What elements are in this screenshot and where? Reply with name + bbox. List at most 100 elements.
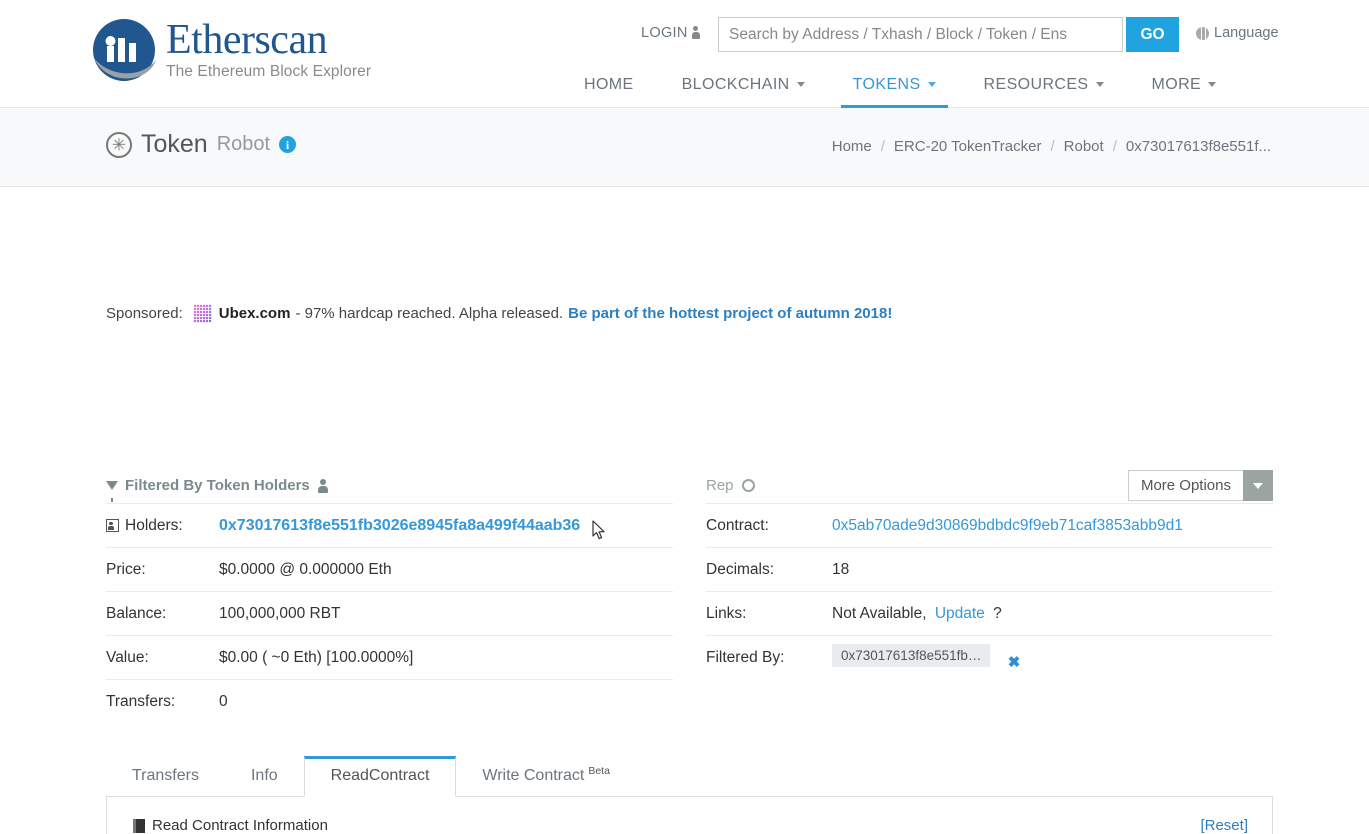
ubex-grid-logo-icon [193,304,212,323]
reset-link[interactable]: [Reset] [1200,817,1248,834]
breadcrumb-separator: / [1113,138,1117,155]
row-links: Links: Not Available, Update ? [706,591,1273,635]
nav-item-tokens[interactable]: TOKENS [829,76,960,107]
more-options-dropdown[interactable]: More Options [1128,470,1273,501]
left-panel-heading: Filtered By Token Holders [106,467,673,503]
info-icon[interactable]: i [279,136,296,153]
row-value: Value: $0.00 ( ~0 Eth) [100.0000%] [106,635,673,679]
tab-label-transfers: Transfers [132,767,199,784]
page-title-group: Token Robot i [106,130,296,159]
person-icon [692,26,700,39]
search-go-button[interactable]: GO [1126,17,1179,52]
left-panel-heading-label: Filtered By Token Holders [125,477,310,494]
links-help-marker[interactable]: ? [993,605,1002,622]
id-card-icon [106,519,119,532]
row-label-holders: Holders: [106,517,219,535]
right-panel-heading: Rep More Options [706,467,1273,503]
breadcrumb-separator: / [1050,138,1054,155]
chevron-down-icon [797,82,805,87]
row-price: Price: $0.0000 @ 0.000000 Eth [106,547,673,591]
row-filtered-by: Filtered By: 0x73017613f8e551fb… ✖ [706,635,1273,679]
row-value-holders: 0x73017613f8e551fb3026e8945fa8a499f44aab… [219,517,580,535]
row-value-contract: 0x5ab70ade9d30869bdbdc9f9eb71caf3853abb9… [832,517,1183,535]
read-contract-panel: Read Contract Information [Reset] 1. nam… [106,797,1273,834]
tab-writecontract[interactable]: Write Contract Beta [456,765,636,796]
chevron-down-icon [1208,82,1216,87]
row-label-contract: Contract: [706,517,832,535]
row-label-price: Price: [106,561,219,579]
funnel-icon [106,481,118,490]
nav-item-home[interactable]: HOME [560,76,658,107]
row-contract: Contract: 0x5ab70ade9d30869bdbdc9f9eb71c… [706,503,1273,547]
chevron-down-icon [1096,82,1104,87]
nav-label-blockchain: BLOCKCHAIN [682,76,790,93]
nav-item-blockchain[interactable]: BLOCKCHAIN [658,76,829,107]
row-label-holders-text: Holders: [125,517,183,535]
page-title: Token [141,130,208,159]
row-value-links: Not Available, Update ? [832,605,1002,623]
breadcrumb: Home / ERC-20 TokenTracker / Robot / 0x7… [832,138,1271,155]
read-contract-header: Read Contract Information [Reset] [107,797,1272,834]
tab-label-readcontract: ReadContract [331,767,430,784]
chevron-down-icon[interactable] [1243,470,1273,501]
holder-address-link[interactable]: 0x73017613f8e551fb3026e8945fa8a499f44aab… [219,517,580,534]
page-title-bar: Token Robot i Home / ERC-20 TokenTracker… [0,108,1369,187]
chevron-down-icon [928,82,936,87]
tab-readcontract[interactable]: ReadContract [304,756,457,797]
token-gear-icon [106,132,132,158]
login-link[interactable]: LOGIN [641,25,700,41]
row-label-balance: Balance: [106,605,219,623]
row-value-transfers: 0 [219,693,228,711]
nav-label-resources: RESOURCES [984,76,1089,93]
site-logo[interactable]: Etherscan The Ethereum Block Explorer [88,14,371,86]
language-label: Language [1214,25,1279,41]
tab-transfers[interactable]: Transfers [106,767,225,796]
close-x-icon[interactable]: ✖ [1008,654,1021,671]
nav-item-more[interactable]: MORE [1128,76,1241,107]
logo-tagline: The Ethereum Block Explorer [166,63,371,81]
globe-icon [1196,27,1209,40]
row-decimals: Decimals: 18 [706,547,1273,591]
breadcrumb-item-home[interactable]: Home [832,138,872,155]
tab-label-writecontract: Write Contract [482,767,584,784]
breadcrumb-separator: / [881,138,885,155]
logo-brand-name: Etherscan [166,19,371,61]
page-subtitle: Robot [217,133,270,156]
tab-badge-beta: Beta [588,765,610,777]
login-label: LOGIN [641,25,688,41]
filter-chip: 0x73017613f8e551fb… [832,644,990,667]
reputation-label: Rep [706,477,734,494]
sponsored-prefix: Sponsored: [106,305,183,322]
row-transfers: Transfers: 0 [106,679,673,723]
row-value-filtered-by: 0x73017613f8e551fb… ✖ [832,644,1020,672]
sponsored-cta-link[interactable]: Be part of the hottest project of autumn… [568,305,892,322]
search-input[interactable] [718,17,1123,52]
row-label-value: Value: [106,649,219,667]
contract-address-link[interactable]: 0x5ab70ade9d30869bdbdc9f9eb71caf3853abb9… [832,517,1183,534]
token-contract-panel: Rep More Options Contract: 0x5ab70ade9d3… [706,467,1273,679]
tab-label-info: Info [251,767,278,784]
more-options-button[interactable]: More Options [1128,470,1243,501]
nav-label-more: MORE [1152,76,1202,93]
row-value-decimals: 18 [832,561,849,579]
links-update-link[interactable]: Update [935,605,985,622]
etherscan-bars-logo-icon [88,14,160,86]
row-balance: Balance: 100,000,000 RBT [106,591,673,635]
sponsor-advertiser-link[interactable]: Ubex.com [219,305,291,322]
row-value-balance: 100,000,000 RBT [219,605,341,623]
sponsored-text: - 97% hardcap reached. Alpha released. [295,305,563,322]
token-holder-panel: Filtered By Token Holders Holders: 0x730… [106,467,673,723]
site-header: Etherscan The Ethereum Block Explorer LO… [0,0,1369,108]
nav-label-home: HOME [584,76,634,93]
tab-info[interactable]: Info [225,767,304,796]
row-label-filtered-by: Filtered By: [706,649,832,667]
user-icon [318,479,328,492]
breadcrumb-item-robot[interactable]: Robot [1064,138,1104,155]
content-tabs: Transfers Info ReadContract Write Contra… [106,755,1273,797]
breadcrumb-item-tokentracker[interactable]: ERC-20 TokenTracker [894,138,1042,155]
breadcrumb-item-address: 0x73017613f8e551f... [1126,138,1271,155]
read-contract-title-group: Read Contract Information [133,817,328,834]
book-icon [133,819,145,833]
language-selector[interactable]: Language [1196,25,1279,41]
nav-item-resources[interactable]: RESOURCES [960,76,1128,107]
